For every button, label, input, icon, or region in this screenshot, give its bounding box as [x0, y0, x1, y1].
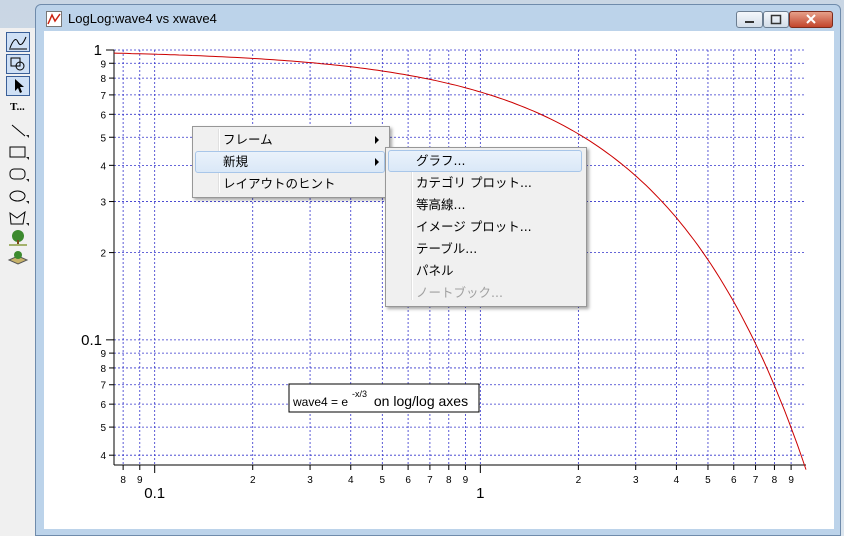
minimize-icon [745, 21, 754, 23]
arrow-tool-icon[interactable] [6, 76, 30, 96]
x-tick-label: 7 [427, 475, 433, 486]
menu-item-layout-hints[interactable]: レイアウトのヒント [195, 173, 385, 195]
x-tick-label: 8 [120, 475, 126, 486]
tree-picture-icon[interactable] [6, 228, 30, 248]
y-tick-label: 1 [94, 42, 102, 59]
y-tick-label: 4 [100, 161, 106, 172]
minimize-button[interactable] [736, 11, 763, 28]
submenu-arrow-icon [375, 158, 379, 166]
annotation-textbox[interactable]: wave4 = e -x/3 on log/log axes [288, 383, 480, 413]
x-tick-label: 8 [446, 475, 452, 486]
menu-item-label: グラフ... [416, 153, 466, 168]
y-tick-label: 7 [100, 381, 106, 392]
menu-item-category-plot[interactable]: カテゴリ プロット... [388, 172, 582, 194]
x-tick-label: 2 [250, 475, 256, 486]
y-tick-label: 7 [100, 91, 106, 102]
text-tool-icon: T... [10, 101, 25, 113]
y-tick-label: 5 [100, 133, 106, 144]
y-tick-label: 6 [100, 400, 106, 411]
y-tick-label: 9 [100, 59, 106, 70]
context-menu: フレーム 新規 レイアウトのヒント [192, 126, 390, 198]
menu-item-label: テーブル... [416, 241, 478, 256]
menu-item-label: ノートブック... [416, 285, 503, 300]
menu-item-label: レイアウトのヒント [223, 176, 336, 191]
y-tick-label: 8 [100, 364, 106, 375]
menu-item-label: フレーム [223, 132, 273, 147]
x-tick-label: 5 [705, 475, 711, 486]
x-tick-label: 1 [476, 485, 484, 502]
submenu-arrow-icon [375, 136, 379, 144]
y-tick-label: 9 [100, 349, 106, 360]
draw-mode-icon[interactable] [6, 54, 30, 74]
annotation-suffix: on log/log axes [370, 393, 468, 409]
x-tick-label: 4 [348, 475, 354, 486]
rectangle-tool-icon[interactable] [6, 142, 30, 162]
x-tick-label: 3 [633, 475, 639, 486]
x-tick-label: 7 [753, 475, 759, 486]
x-tick-label: 5 [380, 475, 386, 486]
polygon-tool-icon[interactable] [6, 208, 30, 228]
x-tick-label: 8 [772, 475, 778, 486]
y-tick-label: 0.1 [81, 332, 102, 349]
title-bar[interactable]: LogLog:wave4 vs xwave4 [36, 5, 840, 31]
graph-window-icon [46, 11, 62, 27]
x-tick-label: 9 [788, 475, 794, 486]
graph-mode-icon[interactable] [6, 32, 30, 52]
maximize-button[interactable] [763, 11, 789, 28]
menu-item-label: カテゴリ プロット... [416, 175, 532, 190]
x-tick-label: 9 [463, 475, 469, 486]
x-tick-label: 6 [405, 475, 411, 486]
oval-tool-icon[interactable] [6, 186, 30, 206]
menu-item-label: 新規 [223, 154, 249, 169]
menu-item-frame[interactable]: フレーム [195, 129, 385, 151]
layer-picture-icon[interactable] [6, 248, 30, 268]
x-axis-ticks: 8 90.12 3 4 5 6 7 8 912 3 4 5 6 7 8 9 [120, 465, 794, 502]
rounded-rect-tool-icon[interactable] [6, 164, 30, 184]
y-tick-label: 2 [100, 249, 106, 260]
menu-item-image-plot[interactable]: イメージ プロット... [388, 216, 582, 238]
annotation-exponent: -x/3 [352, 389, 367, 399]
y-tick-label: 4 [100, 451, 106, 462]
y-tick-label: 5 [100, 423, 106, 434]
menu-item-label: パネル [416, 263, 454, 278]
close-button[interactable] [789, 11, 833, 28]
drawing-tool-palette: T... [0, 28, 37, 536]
menu-item-notebook: ノートブック... [388, 282, 582, 304]
x-tick-label: 3 [307, 475, 313, 486]
menu-item-label: イメージ プロット... [416, 219, 532, 234]
menu-item-graph[interactable]: グラフ... [388, 150, 582, 172]
annotation-base: wave4 = e [292, 395, 348, 409]
menu-item-contour[interactable]: 等高線... [388, 194, 582, 216]
x-tick-label: 4 [674, 475, 680, 486]
y-tick-label: 3 [100, 198, 106, 209]
menu-item-new[interactable]: 新規 [195, 151, 385, 173]
new-submenu: グラフ... カテゴリ プロット... 等高線... イメージ プロット... … [385, 147, 587, 307]
text-tool-button[interactable]: T... [6, 98, 30, 118]
close-icon [806, 14, 816, 24]
menu-item-label: 等高線... [416, 197, 466, 212]
line-tool-icon[interactable] [6, 120, 30, 140]
maximize-icon [770, 14, 782, 25]
y-axis-ticks: 1987654320.1987654 [81, 42, 114, 462]
menu-item-panel[interactable]: パネル [388, 260, 582, 282]
x-tick-label: 2 [576, 475, 582, 486]
y-tick-label: 6 [100, 110, 106, 121]
y-tick-label: 8 [100, 74, 106, 85]
menu-item-table[interactable]: テーブル... [388, 238, 582, 260]
x-tick-label: 9 [137, 475, 143, 486]
x-tick-label: 6 [731, 475, 737, 486]
x-tick-label: 0.1 [144, 485, 165, 502]
window-title: LogLog:wave4 vs xwave4 [68, 11, 217, 26]
